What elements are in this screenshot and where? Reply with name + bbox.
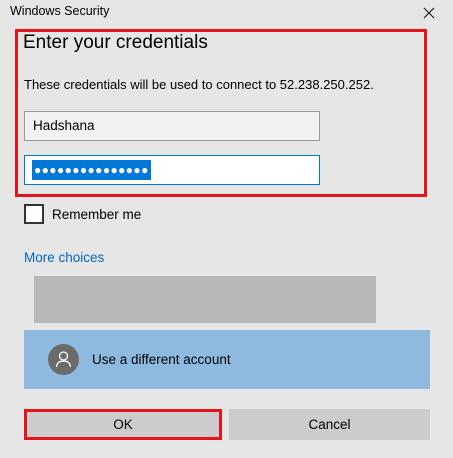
user-avatar-icon	[48, 344, 79, 375]
window-title: Windows Security	[10, 4, 110, 18]
more-choices-link[interactable]: More choices	[24, 250, 104, 265]
username-field[interactable]: Hadshana	[24, 111, 320, 141]
dialog-description: These credentials will be used to connec…	[24, 77, 374, 92]
remember-me-row[interactable]: Remember me	[24, 203, 141, 225]
close-icon	[423, 7, 435, 19]
dialog-heading: Enter your credentials	[23, 32, 208, 53]
remember-me-checkbox[interactable]	[24, 204, 44, 224]
different-account-label: Use a different account	[92, 352, 231, 367]
saved-account-tile[interactable]	[34, 276, 376, 323]
cancel-button[interactable]: Cancel	[229, 409, 430, 440]
cancel-button-label: Cancel	[308, 417, 351, 432]
different-account-tile[interactable]: Use a different account	[24, 330, 430, 389]
credentials-dialog: Windows Security Enter your credentials …	[0, 0, 453, 458]
ok-button-label: OK	[113, 417, 133, 432]
password-field[interactable]: ●●●●●●●●●●●●●●●	[24, 155, 320, 185]
remember-me-label[interactable]: Remember me	[52, 207, 141, 222]
ok-button[interactable]: OK	[24, 409, 222, 440]
close-button[interactable]	[409, 0, 449, 26]
title-bar: Windows Security	[0, 0, 453, 26]
password-selected-text: ●●●●●●●●●●●●●●●	[32, 160, 151, 180]
username-value: Hadshana	[33, 118, 95, 133]
